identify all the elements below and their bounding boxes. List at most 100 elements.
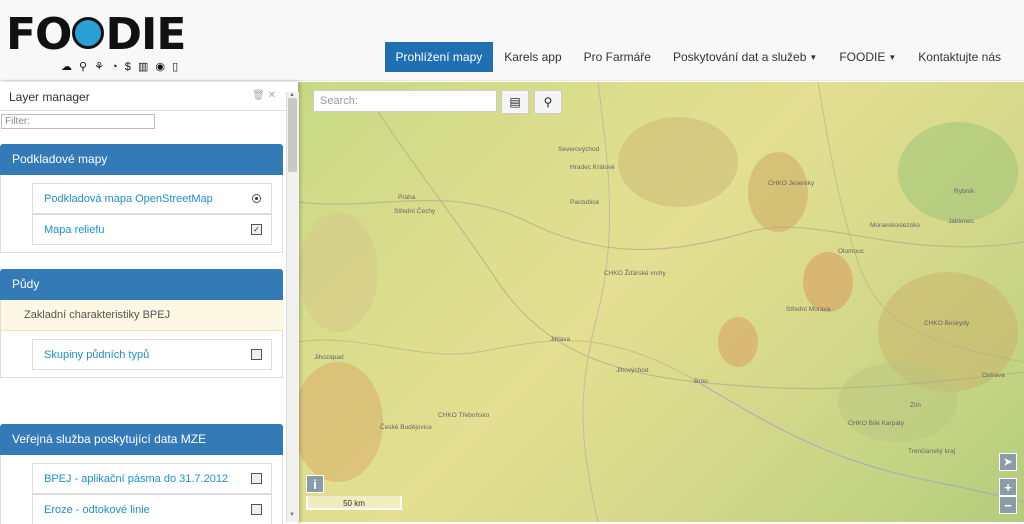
locate-button[interactable]: ➤ [999, 453, 1017, 471]
map-search-button[interactable]: ⚲ [534, 90, 562, 114]
layer-checkbox[interactable] [251, 349, 262, 360]
nav-item-label: Kontaktujte nás [918, 50, 1001, 64]
layer-checkbox[interactable]: ✓ [251, 224, 262, 235]
sidebar-scrollbar[interactable]: ▲ ▼ [286, 92, 299, 522]
map-place-label: CHKO Žďárské vrchy [604, 270, 666, 277]
map-place-label: CHKO Beskydy [924, 320, 970, 327]
layer-manager-panel: Layer manager 🗑 ✕ Filter: Podkladové map… [0, 82, 298, 524]
layer-label: Eroze - odtokové linie [44, 504, 150, 516]
group-label: Zakladní charakteristiky BPEJ [24, 309, 171, 321]
terrain-patch [748, 152, 808, 232]
map-place-label: Pardubice [570, 199, 600, 206]
map-place-label: Trenčianský kraj [908, 448, 956, 455]
map-place-label: CHKO Třeboňsko [438, 412, 490, 419]
navbar: FO DIE ☁ ⚲ ⚘ ◔ $ ▥ ◉ ▯ Prohlížení mapy Ka… [0, 0, 1024, 81]
terrain-patch [898, 122, 1018, 222]
terrain-patch [838, 362, 958, 442]
main-nav: Prohlížení mapy Karels app Pro Farmáře P… [384, 42, 1012, 72]
layer-checkbox[interactable] [251, 473, 262, 484]
map-search-input[interactable]: Search: [313, 90, 497, 112]
section-header-verejna-sluzba[interactable]: Veřejná služba poskytující data MZE [0, 424, 283, 455]
layer-checkbox[interactable] [251, 504, 262, 515]
list-options-icon: ▤ [509, 95, 521, 109]
layer-item-eroze-odtokove-linie[interactable]: Eroze - odtokové linie [32, 494, 272, 524]
layer-group-bpej[interactable]: Zakladní charakteristiky BPEJ [1, 300, 284, 331]
layer-radio[interactable] [252, 194, 261, 203]
nav-item-prohlizeni-mapy[interactable]: Prohlížení mapy [384, 42, 494, 72]
info-icon: i [313, 477, 317, 492]
layer-filter-input[interactable]: Filter: [1, 114, 155, 129]
layer-label: Skupiny půdních typů [44, 349, 150, 361]
layer-manager-header: Layer manager 🗑 ✕ [0, 82, 298, 111]
terrain-patch [618, 117, 738, 207]
terrain-patch [803, 252, 853, 312]
map-place-label: Hradec Králové [570, 164, 615, 171]
nav-item-label: Pro Farmáře [583, 50, 651, 64]
nav-item-label: Poskytování dat a služeb [672, 50, 807, 64]
scale-label: 50 km [343, 499, 365, 508]
logo-text-end: DIE [105, 9, 186, 60]
map-place-label: Severovýchod [558, 146, 600, 153]
map-place-label: Praha [398, 194, 416, 201]
plus-icon: + [1004, 480, 1012, 495]
close-icon[interactable]: ✕ [268, 90, 276, 101]
layer-label: BPEJ - aplikační pásma do 31.7.2012 [44, 473, 229, 485]
layer-item-skupiny-pudnich-typu[interactable]: Skupiny půdních typů [32, 339, 272, 370]
nav-item-kontaktujte-nas[interactable]: Kontaktujte nás [907, 42, 1012, 72]
terrain-patch [298, 362, 383, 482]
map-canvas[interactable]: Severovýchod Hradec Králové Praha Středn… [298, 82, 1024, 522]
section-header-podkladove-mapy[interactable]: Podkladové mapy [0, 144, 283, 175]
terrain-patch [298, 212, 378, 332]
layer-item-bpej-aplikacni-pasma[interactable]: BPEJ - aplikační pásma do 31.7.2012 [32, 463, 272, 494]
map-place-label: CHKO Bílé Karpaty [848, 420, 904, 427]
nav-item-karels-app[interactable]: Karels app [493, 42, 572, 72]
layer-manager-actions: 🗑 ✕ [252, 90, 276, 101]
layer-item-mapa-reliefu[interactable]: Mapa reliefu ✓ [32, 214, 272, 245]
map-place-label: Jihlava [550, 336, 571, 343]
layer-item-openstreetmap[interactable]: Podkladová mapa OpenStreetMap [32, 183, 272, 214]
nav-item-label: Karels app [504, 50, 562, 64]
nav-item-label: FOODIE [839, 50, 886, 64]
logo-tagline-icons: ☁ ⚲ ⚘ ◔ $ ▥ ◉ ▯ [61, 61, 181, 73]
map-place-label: Jihozápad [314, 354, 344, 361]
map-place-label: CHKO Jeseníky [768, 180, 815, 187]
layer-manager-title: Layer manager [9, 90, 90, 104]
map-place-label: Ostrava [982, 372, 1005, 379]
section-header-pudy[interactable]: Půdy [0, 269, 283, 300]
map-place-label: Rybník [954, 188, 975, 195]
section-title: Podkladové mapy [12, 152, 108, 166]
nav-item-pro-farmare[interactable]: Pro Farmáře [573, 42, 662, 72]
logo-text: FO DIE [6, 9, 186, 60]
nav-item-foodie[interactable]: FOODIE ▼ [828, 42, 907, 72]
nav-item-poskytovani-dat[interactable]: Poskytování dat a služeb ▼ [662, 42, 828, 72]
layer-label: Mapa reliefu [44, 224, 105, 236]
map-place-label: Brno [694, 378, 708, 385]
nav-item-label: Prohlížení mapy [395, 50, 483, 64]
search-icon: ⚲ [543, 95, 553, 109]
section-body-podkladove-mapy: Podkladová mapa OpenStreetMap Mapa relie… [0, 175, 283, 253]
scrollbar-thumb[interactable] [288, 98, 297, 172]
section-body-pudy: Zakladní charakteristiky BPEJ Skupiny pů… [0, 300, 284, 378]
trash-icon[interactable]: 🗑 [252, 90, 265, 101]
map-place-label: Zlín [910, 402, 921, 409]
map-place-label: Jihovýchod [616, 367, 649, 374]
map-place-label: Střední Čechy [394, 208, 436, 215]
logo-text-start: FO [6, 9, 72, 60]
map-place-label: Moravskoslezsko [870, 222, 920, 229]
map-terrain [298, 82, 1024, 522]
map-scale-bar: 50 km [306, 496, 402, 510]
caret-down-icon: ▼ [809, 53, 818, 62]
map-search-options-button[interactable]: ▤ [501, 90, 529, 114]
section-title: Veřejná služba poskytující data MZE [12, 432, 207, 446]
location-arrow-icon: ➤ [1003, 457, 1013, 468]
caret-down-icon: ▼ [888, 53, 897, 62]
header: FO DIE ☁ ⚲ ⚘ ◔ $ ▥ ◉ ▯ Prohlížení mapy Ka… [0, 0, 1024, 82]
map-info-button[interactable]: i [306, 475, 324, 493]
layer-label: Podkladová mapa OpenStreetMap [44, 193, 213, 205]
zoom-out-button[interactable]: − [999, 496, 1017, 514]
section-body-verejna-sluzba: BPEJ - aplikační pásma do 31.7.2012 Eroz… [0, 455, 283, 524]
scroll-down-icon[interactable]: ▼ [289, 512, 295, 518]
zoom-in-button[interactable]: + [999, 478, 1017, 496]
foodie-logo[interactable]: FO DIE ☁ ⚲ ⚘ ◔ $ ▥ ◉ ▯ [6, 9, 186, 74]
minus-icon: − [1004, 498, 1012, 513]
